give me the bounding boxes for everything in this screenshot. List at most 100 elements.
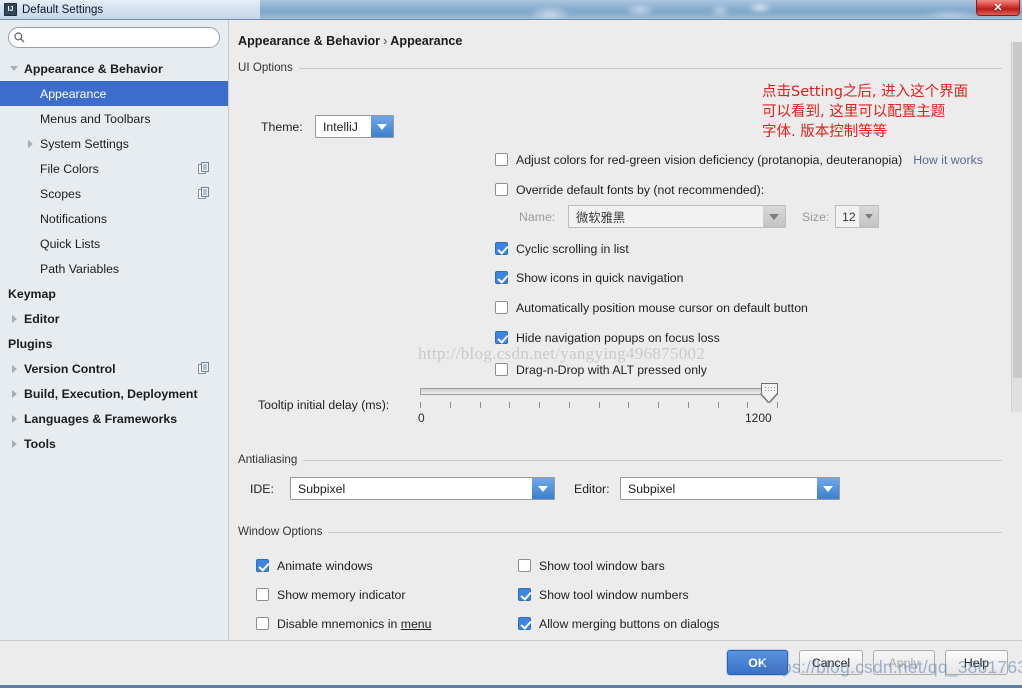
slider-ticks: [420, 402, 778, 410]
window-option-row-disable-mnemonics-in-menu: Disable mnemonics in menu: [256, 609, 516, 638]
hide-popups-row: Hide navigation popups on focus loss: [495, 327, 720, 348]
sidebar-item-keymap[interactable]: Keymap: [0, 281, 228, 306]
scrollbar-thumb[interactable]: [1013, 42, 1022, 378]
copy-icon[interactable]: [198, 362, 210, 374]
chevron-right-icon[interactable]: [8, 406, 24, 431]
intellij-idea-icon: [4, 3, 17, 16]
antialiasing-ide-combobox[interactable]: Subpixel: [290, 477, 555, 500]
sidebar-item-tools[interactable]: Tools: [0, 431, 228, 456]
slider-thumb[interactable]: [761, 383, 778, 402]
antialiasing-ide-label: IDE:: [250, 482, 290, 496]
chevron-down-icon[interactable]: [532, 478, 554, 499]
red-annotation-note: 点击Setting之后, 进入这个界面 可以看到, 这里可以配置主题 字体. 版…: [762, 82, 968, 142]
tooltip-delay-slider[interactable]: 0 1200: [420, 381, 780, 427]
apply-button-label: Apply: [889, 656, 920, 670]
font-size-value: 12: [836, 210, 856, 224]
label-show-memory-indicator: Show memory indicator: [277, 588, 405, 602]
adjust-colors-checkbox[interactable]: [495, 153, 508, 166]
chevron-right-icon[interactable]: [24, 131, 40, 156]
slider-tick: [420, 402, 421, 408]
checkbox-show-tool-window-numbers[interactable]: [518, 588, 531, 601]
copy-icon[interactable]: [198, 187, 210, 199]
how-it-works-link[interactable]: How it works: [913, 153, 983, 167]
font-size-label: Size:: [802, 210, 835, 224]
sidebar-item-appearance[interactable]: Appearance: [0, 81, 228, 106]
checkbox-animate-windows[interactable]: [256, 559, 269, 572]
sidebar-item-notifications[interactable]: Notifications: [0, 206, 228, 231]
chevron-down-icon[interactable]: [763, 206, 785, 227]
sidebar-item-label: Notifications: [40, 212, 107, 226]
checkbox-disable-mnemonics-in-menu[interactable]: [256, 617, 269, 630]
chevron-right-icon[interactable]: [8, 306, 24, 331]
slider-tick: [509, 402, 510, 408]
auto-position-cursor-checkbox[interactable]: [495, 301, 508, 314]
chevron-right-icon[interactable]: [8, 381, 24, 406]
settings-sidebar: Appearance & BehaviorAppearanceMenus and…: [0, 20, 229, 641]
cyclic-scrolling-checkbox[interactable]: [495, 242, 508, 255]
sidebar-item-editor[interactable]: Editor: [0, 306, 228, 331]
cancel-button[interactable]: Cancel: [799, 650, 863, 675]
help-button[interactable]: Help: [945, 650, 1008, 675]
ok-button[interactable]: OK: [727, 650, 788, 675]
sidebar-item-menus-and-toolbars[interactable]: Menus and Toolbars: [0, 106, 228, 131]
adjust-colors-row: Adjust colors for red-green vision defic…: [495, 149, 983, 170]
font-name-label: Name:: [519, 210, 568, 224]
sidebar-item-version-control[interactable]: Version Control: [0, 356, 228, 381]
chevron-right-icon[interactable]: [8, 356, 24, 381]
slider-tick: [688, 402, 689, 408]
checkbox-show-tool-window-bars[interactable]: [518, 559, 531, 572]
vertical-scrollbar[interactable]: [1011, 42, 1022, 412]
chevron-right-icon[interactable]: [8, 431, 24, 456]
sidebar-item-file-colors[interactable]: File Colors: [0, 156, 228, 181]
font-name-combobox[interactable]: 微软雅黑: [568, 205, 786, 228]
sidebar-item-path-variables[interactable]: Path Variables: [0, 256, 228, 281]
chevron-down-icon[interactable]: [859, 206, 878, 227]
help-button-label: Help: [964, 656, 989, 670]
apply-button[interactable]: Apply: [873, 650, 935, 675]
window-options-right-column: Show tool window bars Show tool window nu…: [518, 551, 798, 641]
slider-track[interactable]: [420, 388, 778, 395]
breadcrumb-current: Appearance: [390, 34, 462, 48]
sidebar-item-appearance-behavior[interactable]: Appearance & Behavior: [0, 56, 228, 81]
sidebar-item-plugins[interactable]: Plugins: [0, 331, 228, 356]
drag-n-drop-checkbox[interactable]: [495, 363, 508, 376]
search-box[interactable]: [8, 27, 220, 48]
close-icon[interactable]: ✕: [976, 0, 1020, 16]
sidebar-item-system-settings[interactable]: System Settings: [0, 131, 228, 156]
copy-icon[interactable]: [198, 162, 210, 174]
checkbox-show-memory-indicator[interactable]: [256, 588, 269, 601]
adjust-colors-label: Adjust colors for red-green vision defic…: [516, 153, 902, 167]
chevron-down-icon[interactable]: [8, 56, 24, 81]
font-size-spinner[interactable]: 12: [835, 205, 879, 228]
override-fonts-checkbox[interactable]: [495, 183, 508, 196]
drag-n-drop-row: Drag-n-Drop with ALT pressed only: [495, 359, 707, 380]
label-show-tool-window-bars: Show tool window bars: [539, 559, 665, 573]
antialiasing-editor-combobox[interactable]: Subpixel: [620, 477, 840, 500]
sidebar-item-label: Scopes: [40, 187, 81, 201]
search-input[interactable]: [27, 29, 217, 46]
sidebar-item-scopes[interactable]: Scopes: [0, 181, 228, 206]
chevron-down-icon[interactable]: [371, 116, 393, 137]
annotation-line-2: 可以看到, 这里可以配置主题: [762, 102, 968, 122]
sidebar-item-languages-frameworks[interactable]: Languages & Frameworks: [0, 406, 228, 431]
window-option-row-show-tool-window-numbers: Show tool window numbers: [518, 580, 798, 609]
sidebar-item-build-execution-deployment[interactable]: Build, Execution, Deployment: [0, 381, 228, 406]
theme-combobox[interactable]: IntelliJ: [315, 115, 394, 138]
sidebar-item-label: Tools: [24, 437, 56, 451]
breadcrumb-separator: ›: [380, 34, 390, 48]
window-title-bar: Default Settings ✕: [0, 0, 1022, 19]
slider-tick: [718, 402, 719, 408]
slider-tick: [480, 402, 481, 408]
override-fonts-row: Override default fonts by (not recommend…: [495, 179, 764, 200]
checkbox-allow-merging-buttons-on-dialogs[interactable]: [518, 617, 531, 630]
hide-popups-label: Hide navigation popups on focus loss: [516, 331, 720, 345]
breadcrumb-parent[interactable]: Appearance & Behavior: [238, 34, 380, 48]
show-icons-checkbox[interactable]: [495, 271, 508, 284]
chevron-down-icon[interactable]: [817, 478, 839, 499]
sidebar-item-label: File Colors: [40, 162, 99, 176]
sidebar-item-quick-lists[interactable]: Quick Lists: [0, 231, 228, 256]
hide-popups-checkbox[interactable]: [495, 331, 508, 344]
slider-tick: [777, 402, 778, 408]
settings-tree: Appearance & BehaviorAppearanceMenus and…: [0, 54, 228, 456]
override-fonts-label: Override default fonts by (not recommend…: [516, 183, 764, 197]
